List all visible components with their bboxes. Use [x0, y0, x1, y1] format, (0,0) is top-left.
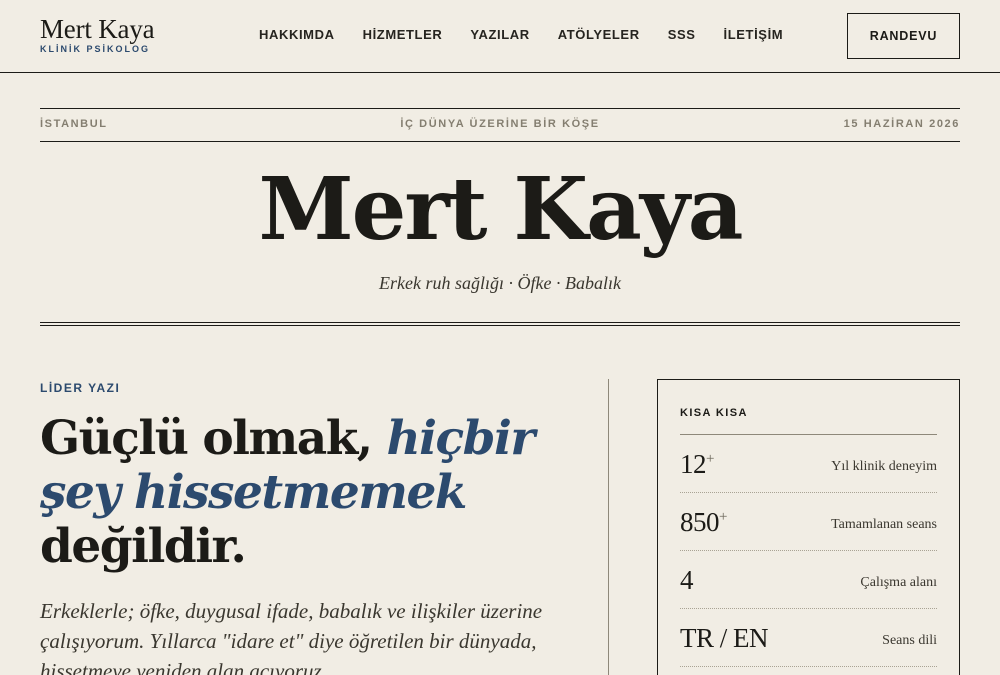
- top-navigation: Mert Kaya KLİNİK PSİKOLOG HAKKIMDA HİZME…: [0, 0, 1000, 73]
- meta-section: İÇ DÜNYA ÜZERİNE BİR KÖŞE: [400, 118, 600, 130]
- nav-item-yazilar[interactable]: YAZILAR: [470, 27, 529, 42]
- fact-value: 4: [680, 565, 694, 596]
- headline-part-1: Güçlü olmak,: [40, 411, 387, 466]
- fact-value: 850+: [680, 507, 727, 538]
- fact-suffix: +: [719, 509, 727, 525]
- headline-part-2: değildir.: [40, 519, 247, 574]
- fact-number: 12: [680, 449, 707, 479]
- fact-row: TR / EN Seans dili: [680, 609, 937, 667]
- meta-date: 15 HAZİRAN 2026: [843, 118, 960, 130]
- main-menu: HAKKIMDA HİZMETLER YAZILAR ATÖLYELER SSS…: [259, 27, 811, 42]
- quick-facts-box: KISA KISA 12+ Yıl klinik deneyim 850+ Ta…: [657, 379, 960, 675]
- fact-value: 12+: [680, 449, 714, 480]
- masthead-divider-top: [40, 322, 960, 323]
- quick-facts-title: KISA KISA: [680, 407, 748, 419]
- fact-row: 4 Çalışma alanı: [680, 551, 937, 609]
- fact-row: 12+ Yıl klinik deneyim: [680, 435, 937, 493]
- fact-row: 850+ Tamamlanan seans: [680, 493, 937, 551]
- fact-number: 850: [680, 507, 720, 537]
- nav-item-sss[interactable]: SSS: [668, 27, 696, 42]
- fact-label: Tamamlanan seans: [831, 517, 937, 532]
- brand-subtitle: KLİNİK PSİKOLOG: [40, 44, 151, 54]
- brand-logo[interactable]: Mert Kaya KLİNİK PSİKOLOG: [40, 14, 155, 54]
- nav-item-iletisim[interactable]: İLETİŞİM: [724, 27, 784, 42]
- nav-item-atolyeler[interactable]: ATÖLYELER: [558, 27, 640, 42]
- masthead-divider-bottom: [40, 325, 960, 326]
- brand-name: Mert Kaya: [40, 14, 155, 44]
- nav-item-hizmetler[interactable]: HİZMETLER: [363, 27, 443, 42]
- fact-suffix: +: [706, 451, 714, 467]
- fact-value: TR / EN: [680, 623, 769, 654]
- fact-label: Çalışma alanı: [860, 575, 937, 590]
- meta-bar: İSTANBUL İÇ DÜNYA ÜZERİNE BİR KÖŞE 15 HA…: [40, 108, 960, 142]
- lead-headline[interactable]: Güçlü olmak, hiçbir şey hissetmemek deği…: [40, 412, 600, 574]
- lead-kicker: LİDER YAZI: [40, 381, 121, 395]
- nav-item-hakkimda[interactable]: HAKKIMDA: [259, 27, 335, 42]
- column-divider: [608, 379, 609, 675]
- appointment-button[interactable]: RANDEVU: [847, 13, 960, 59]
- fact-label: Yıl klinik deneyim: [831, 459, 937, 474]
- masthead-title: Mert Kaya: [258, 159, 743, 260]
- lead-lede: Erkeklerle; öfke, duygusal ifade, babalı…: [40, 599, 543, 675]
- masthead-tagline: Erkek ruh sağlığı · Öfke · Babalık: [379, 273, 621, 293]
- fact-number: 4: [680, 565, 694, 595]
- fact-number: TR / EN: [680, 623, 769, 653]
- fact-label: Seans dili: [882, 633, 937, 648]
